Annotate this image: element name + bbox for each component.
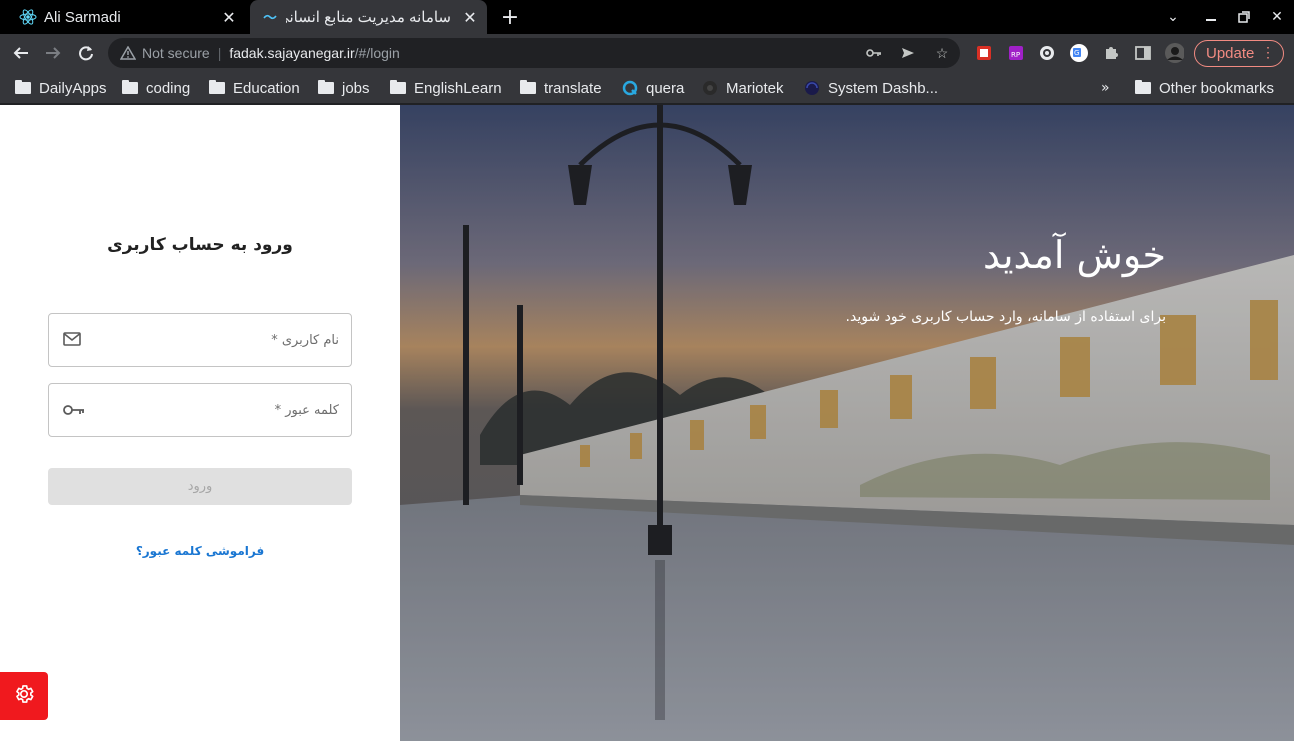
divider: | <box>217 45 222 61</box>
username-field[interactable] <box>48 313 352 367</box>
bookmark-label: Education <box>233 79 300 97</box>
security-label: Not secure <box>142 45 210 61</box>
bookmark-label: DailyApps <box>39 79 107 97</box>
bookmark-translate[interactable]: translate <box>520 77 602 99</box>
folder-icon <box>209 80 225 96</box>
bookmark-label: System Dashb... <box>828 79 939 97</box>
extension-red-icon[interactable] <box>974 43 994 63</box>
bookmark-dailyapps[interactable]: DailyApps <box>15 77 107 99</box>
update-button[interactable]: Update ⋮ <box>1194 40 1284 67</box>
svg-text:G: G <box>1074 49 1079 57</box>
hero-banner: خوش آمدید برای استفاده از سامانه، وارد ح… <box>400 105 1294 741</box>
close-icon[interactable]: ✕ <box>218 6 240 28</box>
restore-button[interactable] <box>1231 4 1257 30</box>
tab-hr-system[interactable]: سامانه مدیریت منابع انسانی ✕ <box>250 0 487 34</box>
folder-icon <box>390 80 406 96</box>
site-favicon-icon <box>260 7 280 27</box>
email-icon <box>63 331 83 349</box>
bookmark-label: Other bookmarks <box>1159 79 1275 97</box>
folder-icon <box>1135 80 1151 96</box>
password-input[interactable] <box>93 384 341 436</box>
react-icon <box>18 7 38 27</box>
more-bookmarks-chevron-icon[interactable]: » <box>1101 80 1110 96</box>
translate-icon[interactable]: G <box>1069 43 1089 63</box>
address-bar[interactable]: Not secure | fadak.sajayanegar.ir/#/logi… <box>108 38 960 68</box>
tab-ali-sarmadi[interactable]: Ali Sarmadi ✕ <box>8 0 246 34</box>
bookmark-system-dashboard[interactable]: System Dashb... <box>804 77 938 99</box>
kebab-menu-icon[interactable]: ⋮ <box>1261 44 1275 61</box>
bookmark-label: quera <box>646 79 685 97</box>
extensions-puzzle-icon[interactable] <box>1101 43 1121 63</box>
send-icon[interactable] <box>898 43 918 63</box>
tab-strip: Ali Sarmadi ✕ سامانه مدیریت منابع انسانی… <box>0 0 1294 34</box>
warning-icon[interactable] <box>120 45 136 61</box>
other-bookmarks[interactable]: Other bookmarks <box>1135 77 1274 99</box>
login-panel: ورود به حساب کاربری ورود فراموشی کلمه عب… <box>0 105 400 741</box>
minimize-button[interactable] <box>1198 4 1224 30</box>
login-button[interactable]: ورود <box>48 468 352 505</box>
folder-icon <box>520 80 536 96</box>
dashboard-icon <box>804 80 820 96</box>
extension-circle-icon[interactable] <box>1037 43 1057 63</box>
bookmark-label: translate <box>544 79 602 97</box>
svg-text:RP: RP <box>1011 51 1020 59</box>
page-content: ورود به حساب کاربری ورود فراموشی کلمه عب… <box>0 105 1294 741</box>
bookmarks-bar: DailyApps coding Education jobs EnglishL… <box>0 72 1294 104</box>
username-input[interactable] <box>93 314 341 366</box>
back-icon[interactable] <box>8 40 34 66</box>
forgot-password-link[interactable]: فراموشی کلمه عبور؟ <box>0 544 400 558</box>
bookmark-quera[interactable]: quera <box>622 77 684 99</box>
close-icon[interactable]: ✕ <box>459 6 481 28</box>
reload-icon[interactable] <box>73 40 99 66</box>
welcome-heading: خوش آمدید <box>983 233 1166 277</box>
bookmark-mariotek[interactable]: Mariotek <box>702 77 784 99</box>
bookmark-education[interactable]: Education <box>209 77 300 99</box>
key-icon <box>63 401 84 419</box>
key-icon[interactable] <box>864 43 884 63</box>
bookmark-coding[interactable]: coding <box>122 77 190 99</box>
new-tab-button[interactable]: + <box>497 4 523 30</box>
tab-search-chevron-icon[interactable]: ⌄ <box>1160 4 1186 30</box>
tab-title: Ali Sarmadi <box>44 8 121 26</box>
url-path: /#/login <box>354 45 400 61</box>
mariotek-icon <box>702 80 718 96</box>
login-title: ورود به حساب کاربری <box>107 235 293 255</box>
close-window-button[interactable]: ✕ <box>1264 4 1290 30</box>
quera-icon <box>622 80 638 96</box>
folder-icon <box>15 80 31 96</box>
folder-icon <box>122 80 138 96</box>
side-panel-icon[interactable] <box>1133 43 1153 63</box>
browser-toolbar: Not secure | fadak.sajayanegar.ir/#/logi… <box>0 34 1294 72</box>
bookmark-jobs[interactable]: jobs <box>318 77 370 99</box>
welcome-subtitle: برای استفاده از سامانه، وارد حساب کاربری… <box>845 309 1166 325</box>
gear-icon <box>13 683 35 709</box>
bookmark-label: EnglishLearn <box>414 79 502 97</box>
forward-icon[interactable] <box>40 40 66 66</box>
profile-avatar[interactable] <box>1164 43 1184 63</box>
update-label: Update <box>1206 45 1255 62</box>
tab-title: سامانه مدیریت منابع انسانی <box>286 9 451 26</box>
bookmark-englishlearn[interactable]: EnglishLearn <box>390 77 502 99</box>
bookmark-label: coding <box>146 79 191 97</box>
password-field[interactable] <box>48 383 352 437</box>
settings-button[interactable] <box>0 672 48 720</box>
folder-icon <box>318 80 334 96</box>
bookmark-label: Mariotek <box>726 79 784 97</box>
bookmark-label: jobs <box>342 79 370 97</box>
url-host: fadak.sajayanegar.ir <box>229 45 355 61</box>
extension-rp-icon[interactable]: RP <box>1006 43 1026 63</box>
bookmark-star-icon[interactable]: ☆ <box>932 43 952 63</box>
hero-overlay <box>400 105 1294 741</box>
